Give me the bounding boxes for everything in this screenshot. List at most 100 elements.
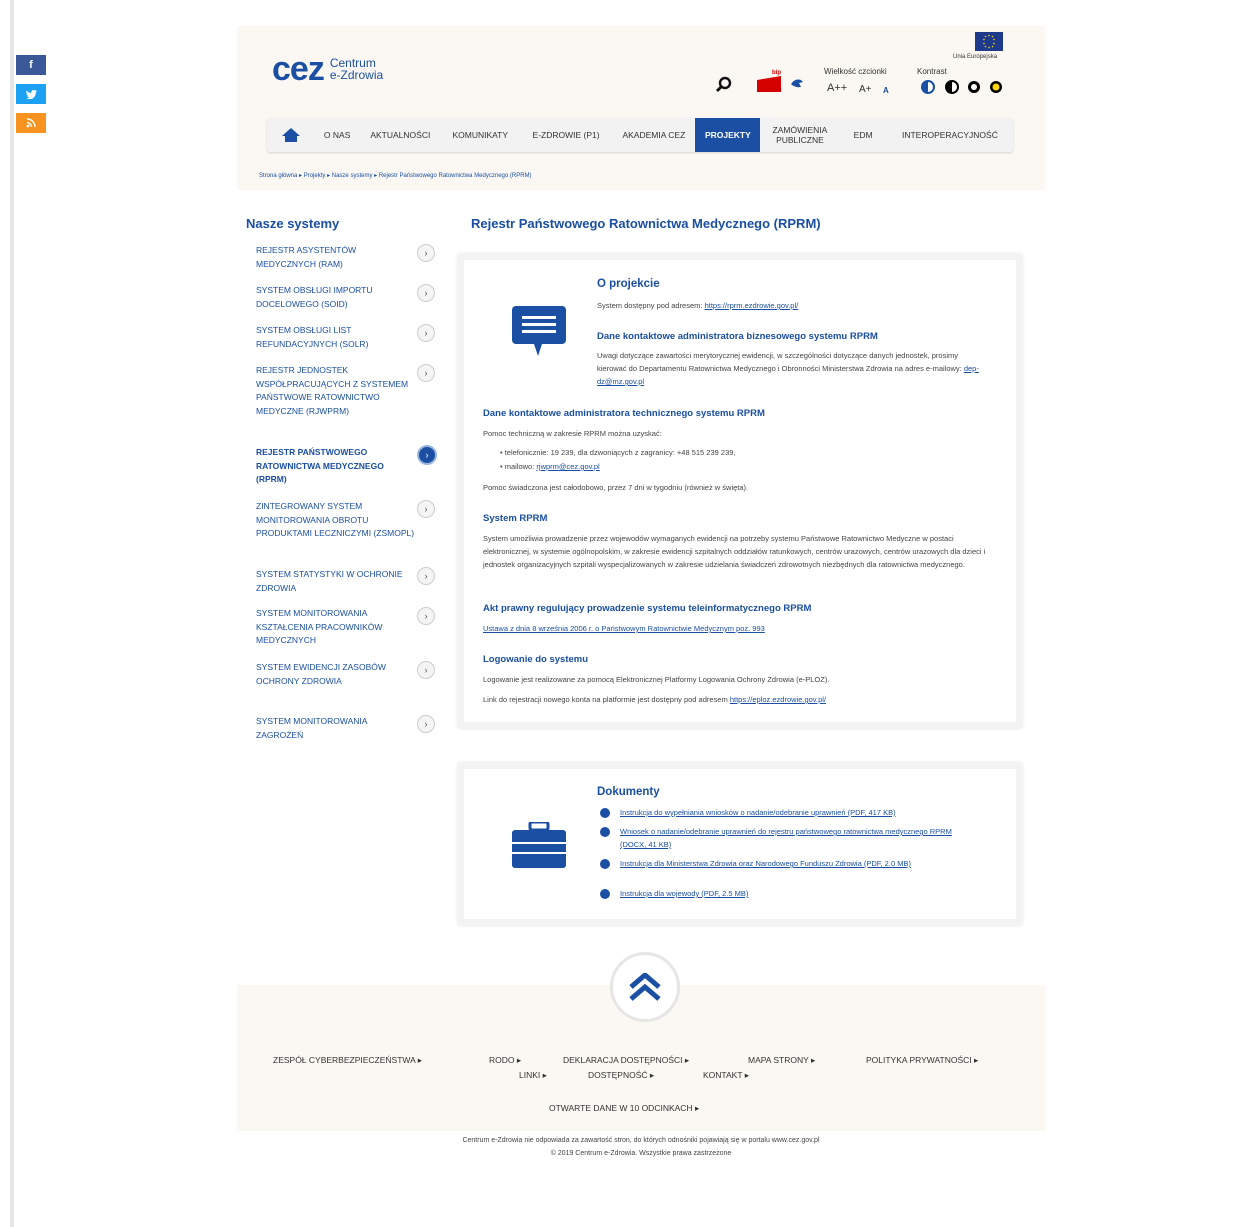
search-icon[interactable]: [715, 76, 733, 96]
logo-subtitle: Centrum e-Zdrowia: [329, 56, 384, 82]
sidebar-item-statystyka[interactable]: SYSTEM STATYSTYKI W OCHRONIE ZDROWIA: [256, 568, 416, 595]
nav-item-akademia-cez[interactable]: AKADEMIA CEZ: [612, 118, 695, 152]
document-link[interactable]: Wniosek o nadanie/odebranie uprawnień do…: [620, 825, 980, 851]
footer-link-polityka[interactable]: POLITYKA PRYWATNOŚCI ▸: [866, 1055, 978, 1066]
paperclip-icon: [600, 827, 610, 837]
chevron-right-icon[interactable]: ›: [417, 284, 435, 302]
breadcrumb-home[interactable]: Strona główna: [259, 173, 297, 179]
breadcrumb: Strona główna ▸ Projekty ▸ Nasze systemy…: [259, 173, 532, 179]
nav-item-e-zdrowie[interactable]: E-ZDROWIE (P1): [520, 118, 613, 152]
document-link[interactable]: Instrukcja do wypełniania wniosków o nad…: [620, 806, 980, 819]
document-item: Instrukcja do wypełniania wniosków o nad…: [600, 806, 980, 819]
chevron-right-icon[interactable]: ›: [417, 445, 437, 465]
main-nav: O NAS AKTUALNOŚCI KOMUNIKATY E-ZDROWIE (…: [267, 118, 1013, 152]
footer-link-mapa[interactable]: MAPA STRONY ▸: [748, 1055, 815, 1066]
footer-link-kontakt[interactable]: KONTAKT ▸: [703, 1070, 749, 1081]
footer-link-dostepnosc[interactable]: DOSTĘPNOŚĆ ▸: [588, 1070, 654, 1081]
footer-link-rodo[interactable]: RODO ▸: [489, 1055, 521, 1066]
contrast-black-white-icon[interactable]: [945, 80, 959, 96]
about-text: System dostępny pod adresem: https://rpr…: [597, 301, 799, 310]
nav-item-aktualnosci[interactable]: AKTUALNOŚCI: [360, 118, 441, 152]
site-logo[interactable]: cez Centrum e-Zdrowia: [272, 52, 383, 86]
nav-item-o-nas[interactable]: O NAS: [314, 118, 359, 152]
contrast-label: Kontrast: [917, 67, 947, 76]
footer-link-cyber[interactable]: ZESPÓŁ CYBERBEZPIECZEŃSTWA ▸: [273, 1055, 422, 1066]
chevron-right-icon[interactable]: ›: [417, 567, 435, 585]
documents-title: Dokumenty: [597, 786, 660, 798]
font-size-label: Wielkość czcionki: [824, 67, 887, 76]
home-icon[interactable]: [267, 118, 314, 152]
paperclip-icon: [600, 889, 610, 899]
footer-link-linki[interactable]: LINKI ▸: [519, 1070, 547, 1081]
system-text: System umożliwia prowadzenie przez wojew…: [483, 534, 986, 569]
sidebar-item-ksztalcenie[interactable]: SYSTEM MONITOROWANIA KSZTAŁCENIA PRACOWN…: [256, 607, 416, 648]
font-size-normal[interactable]: A: [883, 86, 889, 95]
tech-mail-link[interactable]: rjwprm@cez.gov.pl: [536, 462, 599, 471]
breadcrumb-current: Rejestr Państwowego Ratownictwa Medyczne…: [378, 173, 532, 179]
chevron-right-icon[interactable]: ›: [417, 244, 435, 262]
footer-copyright: © 2019 Centrum e-Zdrowia. Wszystkie praw…: [550, 1150, 732, 1157]
sidebar-item-solr[interactable]: SYSTEM OBSŁUGI LIST REFUNDACYJNYCH (SOLR…: [256, 324, 416, 351]
facebook-icon[interactable]: f: [16, 55, 46, 75]
sidebar-item-soid[interactable]: SYSTEM OBSŁUGI IMPORTU DOCELOWEGO (SOID): [256, 284, 416, 311]
footer-link-otwarte-dane[interactable]: OTWARTE DANE W 10 ODCINKACH ▸: [549, 1103, 699, 1114]
font-size-l[interactable]: A+: [859, 84, 872, 95]
sidebar-item-zsmopl[interactable]: ZINTEGROWANY SYSTEM MONITOROWANIA OBROTU…: [256, 500, 416, 541]
sidebar-item-ram[interactable]: REJESTR ASYSTENTÓW MEDYCZNYCH (RAM): [256, 244, 416, 271]
footer-link-deklaracja[interactable]: DEKLARACJA DOSTĘPNOŚCI ▸: [563, 1055, 689, 1066]
chevron-right-icon[interactable]: ›: [417, 324, 435, 342]
document-item: Wniosek o nadanie/odebranie uprawnień do…: [600, 825, 980, 851]
site-header: cez Centrum e-Zdrowia Unia Europejska bi…: [237, 26, 1045, 190]
document-link[interactable]: Instrukcja dla wojewody (PDF, 2.5 MB): [620, 887, 980, 900]
chevron-right-icon[interactable]: ›: [417, 661, 435, 679]
biz-title: Dane kontaktowe administratora biznesowe…: [597, 331, 878, 342]
act-link[interactable]: Ustawa z dnia 8 września 2006 r. o Państ…: [483, 624, 765, 633]
sidebar-item-ewidencja[interactable]: SYSTEM EWIDENCJI ZASOBÓW OCHRONY ZDROWIA: [256, 661, 416, 688]
chat-icon: [512, 306, 566, 365]
sidebar-item-rjwprm[interactable]: REJESTR JEDNOSTEK WSPÓŁPRACUJĄCYCH Z SYS…: [256, 364, 416, 418]
about-title: O projekcie: [597, 278, 660, 290]
nav-item-interoperacyjnosc[interactable]: INTEROPERACYJNOŚĆ: [887, 118, 1013, 152]
bip-icon[interactable]: bip: [757, 70, 781, 94]
chevron-right-icon[interactable]: ›: [417, 715, 435, 733]
sidebar-item-rprm[interactable]: REJESTR PAŃSTWOWEGO RATOWNICTWA MEDYCZNE…: [256, 446, 416, 487]
tech-title: Dane kontaktowe administratora techniczn…: [483, 408, 765, 419]
logo-cez: cez: [272, 50, 325, 88]
left-border: [10, 0, 14, 1227]
nav-item-projekty[interactable]: PROJEKTY: [695, 118, 761, 152]
breadcrumb-nasze-systemy[interactable]: Nasze systemy: [332, 173, 373, 179]
briefcase-icon: [512, 820, 566, 873]
document-link[interactable]: Instrukcja dla Ministerstwa Zdrowia oraz…: [620, 857, 980, 870]
login-title: Logowanie do systemu: [483, 654, 589, 665]
login-link[interactable]: https://eploz.ezdrowie.gov.pl/: [730, 695, 826, 704]
login-text2: Link do rejestracji nowego konta na plat…: [483, 695, 826, 704]
nav-item-komunikaty[interactable]: KOMUNIKATY: [441, 118, 520, 152]
contrast-yellow-black-icon[interactable]: [989, 80, 1003, 96]
act-title: Akt prawny regulujący prowadzenie system…: [483, 603, 812, 614]
sidebar-title: Nasze systemy: [246, 216, 340, 231]
act-text: Ustawa z dnia 8 września 2006 r. o Państ…: [483, 622, 765, 635]
nav-item-zamowienia[interactable]: ZAMÓWIENIA PUBLICZNE: [760, 118, 839, 152]
chevron-right-icon[interactable]: ›: [417, 607, 435, 625]
eu-flag-icon: [975, 32, 1003, 51]
nav-item-edm[interactable]: EDM: [839, 118, 886, 152]
chevron-right-icon[interactable]: ›: [417, 500, 435, 518]
biz-text: Uwagi dotyczące zawartości merytorycznej…: [597, 351, 979, 386]
paperclip-icon: [600, 808, 610, 818]
scroll-to-top-button[interactable]: [610, 952, 680, 1022]
contrast-default-icon[interactable]: [921, 80, 935, 96]
sidebar-item-zagrozenia[interactable]: SYSTEM MONITOROWANIA ZAGROŻEŃ: [256, 715, 416, 742]
breadcrumb-projekty[interactable]: Projekty: [304, 173, 326, 179]
contrast-white-black-icon[interactable]: [967, 80, 981, 96]
chevron-right-icon[interactable]: ›: [417, 364, 435, 382]
twitter-icon[interactable]: [16, 84, 46, 104]
login-text: Logowanie jest realizowane za pomocą Ele…: [483, 675, 830, 684]
system-title: System RPRM: [483, 513, 548, 524]
font-size-xl[interactable]: A++: [827, 82, 847, 94]
eu-label: Unia Europejska: [953, 54, 998, 60]
sign-language-icon[interactable]: [789, 76, 805, 92]
tech-mail: • mailowo: rjwprm@cez.gov.pl: [500, 462, 600, 471]
footer-disclaimer: Centrum e-Zdrowia nie odpowiada za zawar…: [462, 1137, 820, 1144]
about-link[interactable]: https://rprm.ezdrowie.gov.pl/: [705, 301, 799, 310]
rss-icon[interactable]: [16, 113, 46, 133]
